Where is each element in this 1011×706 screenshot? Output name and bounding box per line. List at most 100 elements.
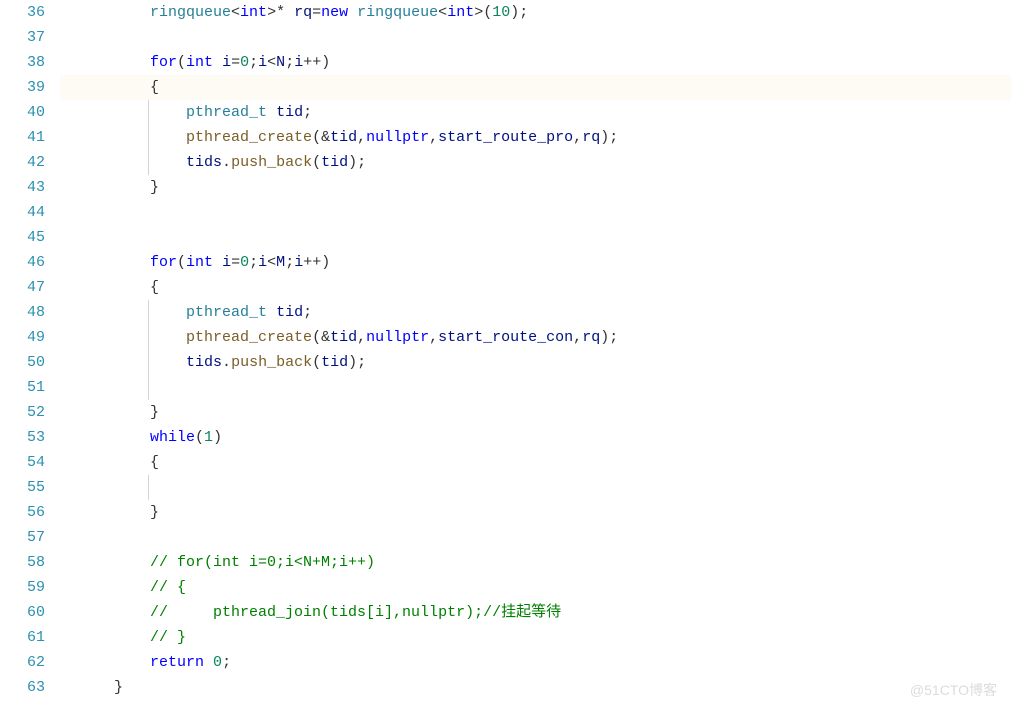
token-plain — [285, 4, 294, 21]
token-op: ++ — [303, 54, 321, 71]
line-number-gutter: 3637383940414243444546474849505152535455… — [0, 0, 60, 706]
code-line[interactable]: } — [60, 500, 1011, 525]
token-ident: i — [222, 254, 231, 271]
token-type: pthread_t — [186, 104, 267, 121]
code-line[interactable]: { — [60, 450, 1011, 475]
token-keyword: nullptr — [366, 129, 429, 146]
token-type: ringqueue — [357, 4, 438, 21]
code-line[interactable]: pthread_create(&tid,nullptr,start_route_… — [60, 125, 1011, 150]
watermark: @51CTO博客 — [910, 680, 997, 700]
token-ident: rq — [294, 4, 312, 21]
token-keyword: new — [321, 4, 348, 21]
code-line[interactable]: tids.push_back(tid); — [60, 150, 1011, 175]
token-punct: ( — [312, 354, 321, 371]
token-punct: ); — [510, 4, 528, 21]
code-line[interactable] — [60, 200, 1011, 225]
code-line[interactable] — [60, 25, 1011, 50]
indent-guide — [148, 300, 149, 325]
code-line[interactable] — [60, 225, 1011, 250]
line-number: 40 — [10, 100, 45, 125]
token-keyword: for — [150, 254, 177, 271]
token-func: push_back — [231, 154, 312, 171]
code-line[interactable]: { — [60, 75, 1011, 100]
token-ident: tid — [321, 154, 348, 171]
code-line[interactable]: // { — [60, 575, 1011, 600]
token-op: < — [267, 254, 276, 271]
code-editor[interactable]: ringqueue<int>* rq=new ringqueue<int>(10… — [60, 0, 1011, 706]
token-keyword: nullptr — [366, 329, 429, 346]
token-punct: } — [150, 179, 159, 196]
line-number: 63 — [10, 675, 45, 700]
code-line[interactable]: while(1) — [60, 425, 1011, 450]
token-typebi: int — [186, 254, 213, 271]
line-number: 56 — [10, 500, 45, 525]
line-number: 44 — [10, 200, 45, 225]
token-typebi: int — [447, 4, 474, 21]
token-punct: (& — [312, 329, 330, 346]
line-number: 59 — [10, 575, 45, 600]
token-type: ringqueue — [150, 4, 231, 21]
line-number: 42 — [10, 150, 45, 175]
token-punct: , — [573, 329, 582, 346]
token-punct: ) — [213, 429, 222, 446]
token-ident: i — [258, 54, 267, 71]
code-line[interactable]: // pthread_join(tids[i],nullptr);//挂起等待 — [60, 600, 1011, 625]
token-ident: rq — [582, 329, 600, 346]
code-line[interactable]: pthread_t tid; — [60, 100, 1011, 125]
token-typebi: int — [186, 54, 213, 71]
token-number: 1 — [204, 429, 213, 446]
token-comment: // } — [150, 629, 186, 646]
token-ident: rq — [582, 129, 600, 146]
token-ident: i — [222, 54, 231, 71]
token-punct: } — [114, 679, 123, 696]
token-punct: ; — [285, 54, 294, 71]
token-ident: tids — [186, 354, 222, 371]
token-op: = — [231, 54, 240, 71]
token-ident: tid — [330, 129, 357, 146]
token-punct: , — [429, 129, 438, 146]
code-line[interactable] — [60, 475, 1011, 500]
line-number: 38 — [10, 50, 45, 75]
token-keyword: return — [150, 654, 204, 671]
line-number: 53 — [10, 425, 45, 450]
token-punct: , — [429, 329, 438, 346]
code-line[interactable]: pthread_create(&tid,nullptr,start_route_… — [60, 325, 1011, 350]
code-line[interactable]: { — [60, 275, 1011, 300]
code-line[interactable]: // } — [60, 625, 1011, 650]
line-number: 55 — [10, 475, 45, 500]
token-punct: ); — [348, 354, 366, 371]
token-punct: } — [150, 504, 159, 521]
token-punct: ); — [600, 329, 618, 346]
code-line[interactable]: for(int i=0;i<N;i++) — [60, 50, 1011, 75]
indent-guide — [148, 125, 149, 150]
code-line[interactable]: return 0; — [60, 650, 1011, 675]
code-line[interactable]: ringqueue<int>* rq=new ringqueue<int>(10… — [60, 0, 1011, 25]
token-ident: N — [276, 54, 285, 71]
token-comment: // for(int i=0;i<N+M;i++) — [150, 554, 375, 571]
token-punct: ; — [285, 254, 294, 271]
code-line[interactable]: } — [60, 175, 1011, 200]
token-ident: tid — [321, 354, 348, 371]
indent-guide — [148, 350, 149, 375]
code-line[interactable]: } — [60, 675, 1011, 700]
token-punct: ( — [177, 254, 186, 271]
line-number: 62 — [10, 650, 45, 675]
token-punct: ( — [312, 154, 321, 171]
line-number: 49 — [10, 325, 45, 350]
token-punct: ); — [348, 154, 366, 171]
token-punct: , — [573, 129, 582, 146]
token-punct: (& — [312, 129, 330, 146]
token-plain — [204, 654, 213, 671]
line-number: 41 — [10, 125, 45, 150]
code-line[interactable]: for(int i=0;i<M;i++) — [60, 250, 1011, 275]
indent-guide — [148, 325, 149, 350]
code-line[interactable] — [60, 525, 1011, 550]
code-line[interactable]: tids.push_back(tid); — [60, 350, 1011, 375]
code-line[interactable]: pthread_t tid; — [60, 300, 1011, 325]
code-line[interactable]: } — [60, 400, 1011, 425]
code-line[interactable]: // for(int i=0;i<N+M;i++) — [60, 550, 1011, 575]
token-punct: { — [150, 454, 159, 471]
code-line[interactable] — [60, 375, 1011, 400]
token-ident: start_route_con — [438, 329, 573, 346]
line-number: 47 — [10, 275, 45, 300]
